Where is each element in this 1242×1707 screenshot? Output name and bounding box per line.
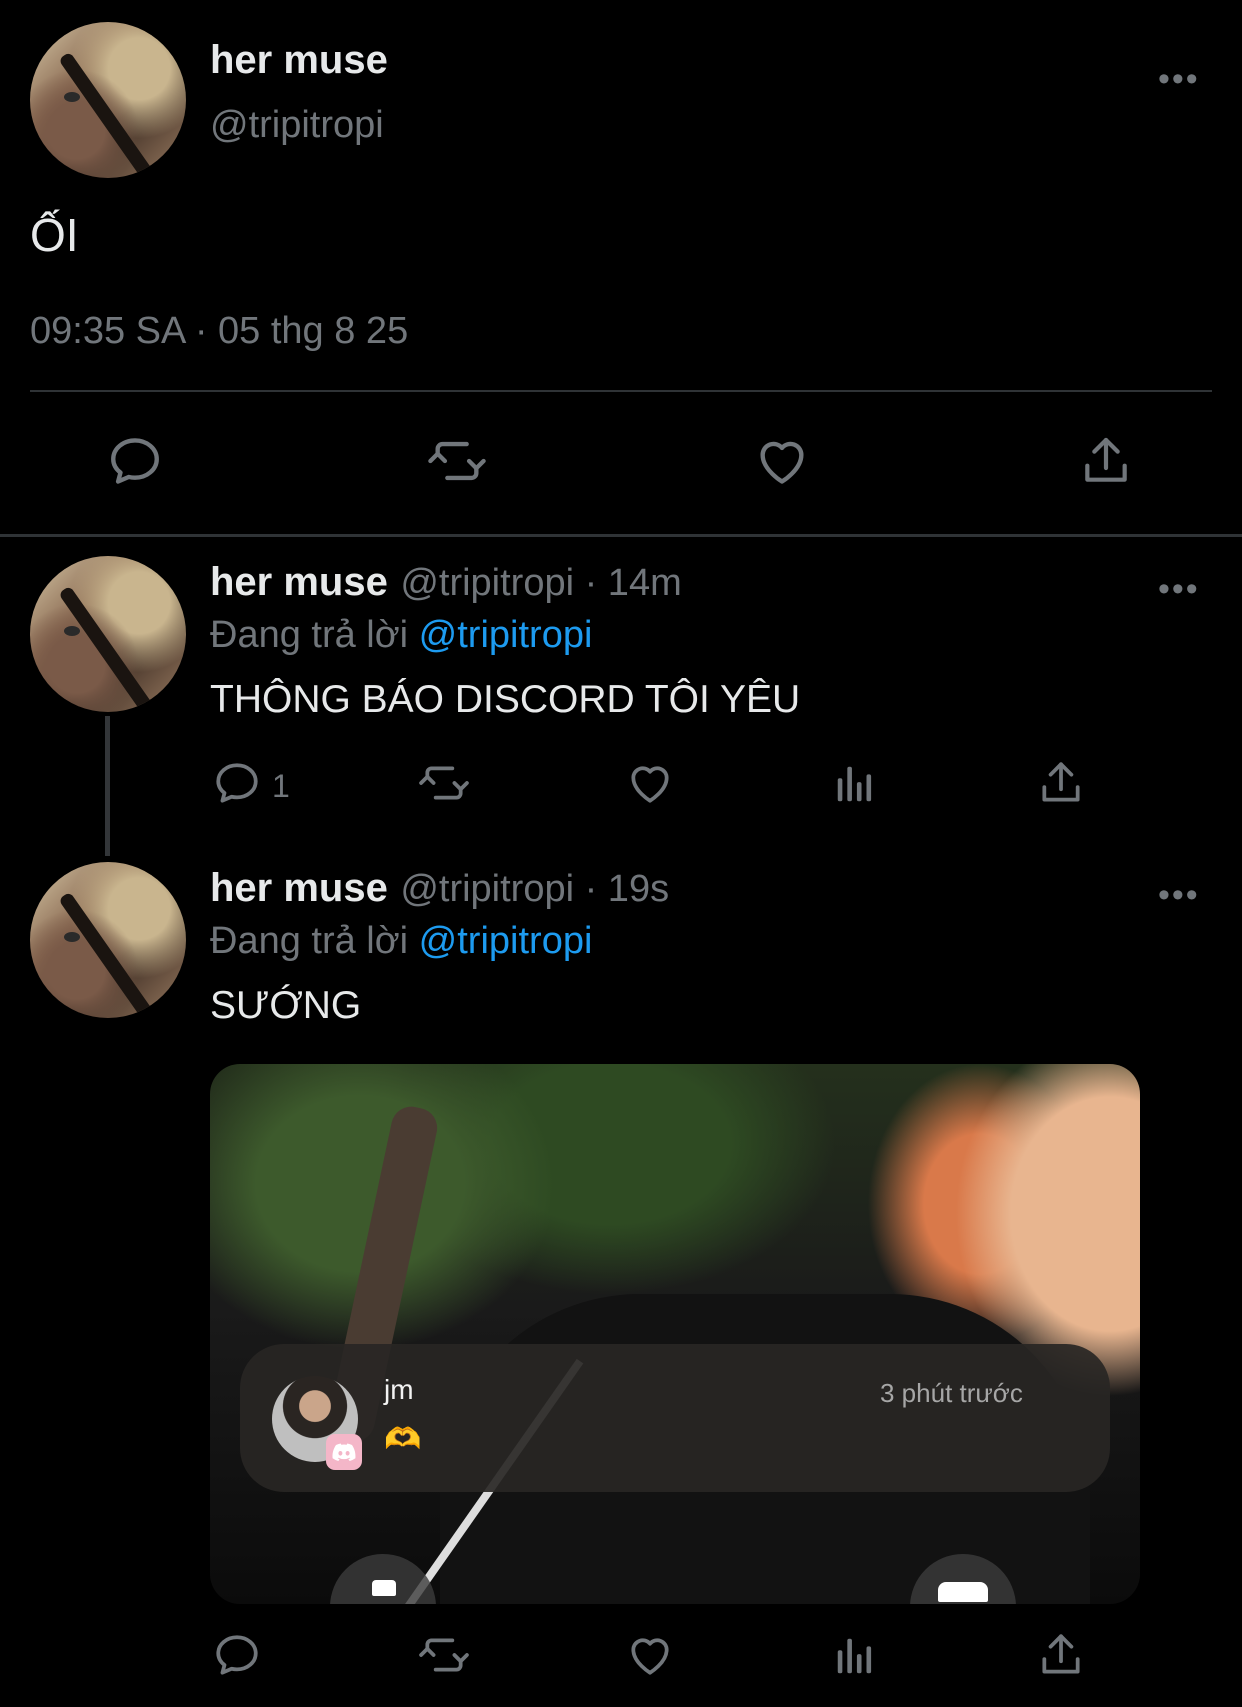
discord-icon (326, 1434, 362, 1470)
author-name[interactable]: her muse (210, 866, 388, 910)
notification-time: 3 phút trước (880, 1378, 1023, 1408)
author-handle[interactable]: @tripitropi (210, 104, 384, 147)
reply-text: SƯỚNG (210, 984, 362, 1027)
replying-prefix: Đang trả lời (210, 614, 409, 656)
more-options-icon[interactable]: ••• (1158, 62, 1200, 96)
replying-to-line: Đang trả lời @tripitropi (210, 920, 592, 963)
flashlight-icon (372, 1580, 396, 1596)
avatar[interactable] (30, 862, 186, 1018)
reply-icon[interactable] (212, 1630, 262, 1680)
like-icon[interactable] (624, 758, 676, 808)
discord-notification[interactable]: jm 🫶 3 phút trước (240, 1344, 1110, 1492)
replying-to-link[interactable]: @tripitropi (419, 920, 593, 962)
camera-icon (938, 1582, 988, 1602)
share-icon[interactable] (1078, 432, 1134, 490)
reply-text: THÔNG BÁO DISCORD TÔI YÊU (210, 678, 801, 721)
more-options-icon[interactable]: ••• (1158, 878, 1200, 912)
reply-icon[interactable] (106, 432, 164, 490)
share-icon[interactable] (1036, 758, 1086, 808)
notification-sender: jm (384, 1374, 414, 1405)
divider (0, 534, 1242, 537)
reply-icon[interactable] (212, 758, 262, 808)
like-icon[interactable] (624, 1630, 676, 1680)
divider (30, 390, 1212, 392)
reply-count: 1 (272, 768, 290, 804)
replying-to-link[interactable]: @tripitropi (419, 614, 593, 656)
retweet-icon[interactable] (416, 1630, 472, 1680)
tweet-time: 09:35 SA (30, 310, 185, 352)
more-options-icon[interactable]: ••• (1158, 572, 1200, 606)
author-handle-time[interactable]: @tripitropi · 19s (400, 868, 669, 910)
tweet-text: ỐI (30, 209, 79, 261)
timestamp-separator: · (194, 310, 208, 352)
retweet-icon[interactable] (416, 758, 472, 808)
flashlight-button[interactable] (330, 1554, 436, 1604)
tweet-date: 05 thg 8 25 (218, 310, 409, 352)
author-name[interactable]: her muse (210, 560, 388, 604)
avatar[interactable] (30, 556, 186, 712)
notification-message: 🫶 (384, 1423, 422, 1456)
reply-header: her muse @tripitropi · 14m (210, 560, 682, 605)
replying-to-line: Đang trả lời @tripitropi (210, 614, 592, 657)
author-handle-time[interactable]: @tripitropi · 14m (400, 562, 681, 604)
tweet-timestamp: 09:35 SA · 05 thg 8 25 (30, 310, 408, 353)
media-image[interactable]: jm 🫶 3 phút trước (210, 1064, 1140, 1604)
retweet-icon[interactable] (424, 432, 490, 490)
share-icon[interactable] (1036, 1630, 1086, 1680)
analytics-icon[interactable] (832, 1632, 878, 1680)
like-icon[interactable] (752, 432, 812, 490)
reply-header: her muse @tripitropi · 19s (210, 866, 669, 911)
avatar[interactable] (30, 22, 186, 178)
thread-line (105, 716, 110, 856)
replying-prefix: Đang trả lời (210, 920, 409, 962)
author-name[interactable]: her muse (210, 38, 388, 83)
analytics-icon[interactable] (832, 760, 878, 808)
